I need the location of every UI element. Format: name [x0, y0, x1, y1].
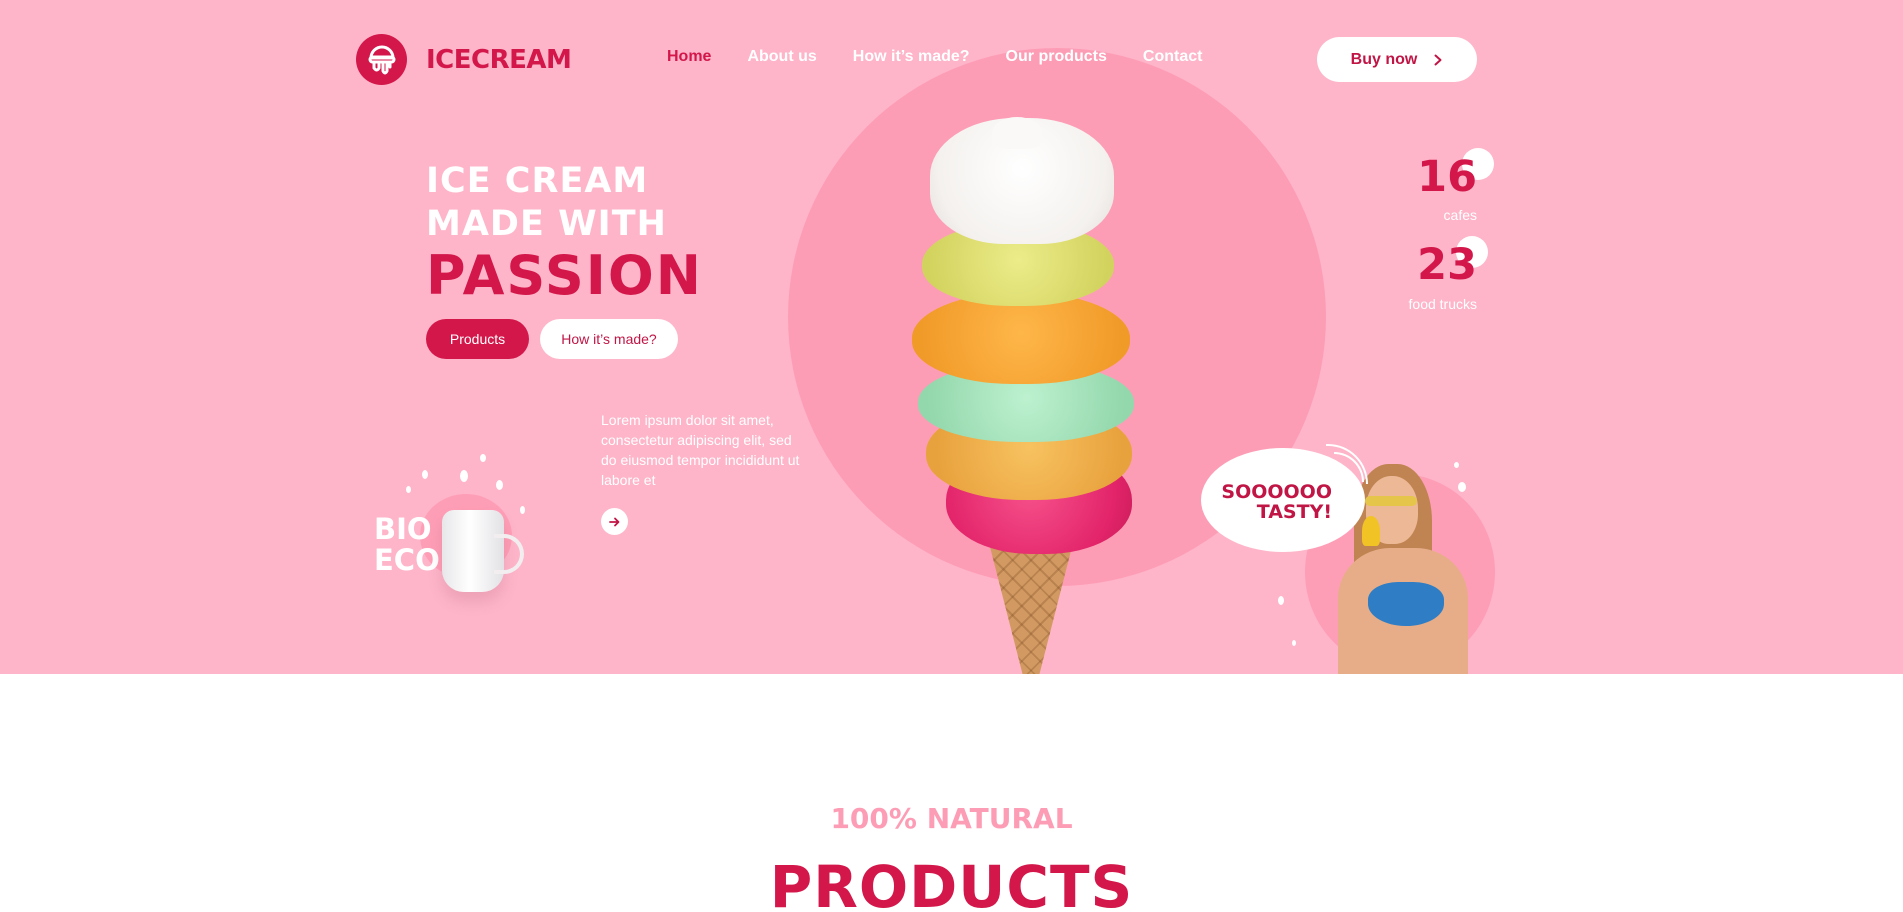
products-button[interactable]: Products: [426, 319, 529, 359]
stat-food-trucks-value: 23: [1417, 240, 1477, 290]
nav-item-home[interactable]: Home: [667, 48, 711, 66]
girl-ice-cream: [1362, 516, 1380, 546]
splash-drop: [1458, 482, 1466, 492]
products-subtitle: 100% NATURAL: [830, 802, 1073, 835]
nav-item-our-products[interactable]: Our products: [1006, 48, 1107, 66]
hero-description: Lorem ipsum dolor sit amet, consectetur …: [601, 412, 800, 488]
girl-sunglasses: [1365, 496, 1417, 506]
splash-drop: [1292, 640, 1296, 646]
milk-drop: [520, 506, 525, 514]
read-more-button[interactable]: [601, 508, 628, 535]
brand-name: ICECREAM: [426, 44, 572, 75]
milk-drop: [460, 470, 468, 482]
jug-handle: [494, 534, 524, 574]
headline-line-1: ICE CREAM: [426, 161, 649, 201]
headline-line-3: PASSION: [426, 244, 703, 307]
buy-now-button[interactable]: Buy now: [1317, 37, 1477, 82]
buy-now-label: Buy now: [1350, 50, 1418, 68]
hero-section: ICECREAM Home About us How it’s made? Ou…: [0, 0, 1903, 674]
stat-food-trucks-label: food trucks: [1408, 296, 1477, 312]
main-nav: Home About us How it’s made? Our product…: [667, 48, 1238, 66]
chevron-right-icon: [1434, 54, 1442, 65]
splash-drop: [1454, 462, 1459, 468]
speech-bubble-line: [1334, 452, 1364, 482]
headline-line-2: MADE WITH: [426, 204, 667, 244]
nav-item-contact[interactable]: Contact: [1143, 48, 1203, 66]
hero-headline: ICE CREAM MADE WITH PASSION: [426, 160, 703, 304]
ice-cream-scoop-icon: [356, 34, 407, 85]
how-its-made-button[interactable]: How it’s made?: [540, 319, 678, 359]
milk-jug-image: BIO ECO: [372, 440, 542, 630]
stat-cafes-value: 16: [1417, 152, 1477, 202]
speech-bubble-text: SOOOOOO TASTY!: [1221, 481, 1332, 523]
milk-drop: [422, 470, 428, 479]
girl-swimsuit: [1368, 582, 1444, 626]
logo[interactable]: ICECREAM: [356, 34, 572, 85]
arrow-right-icon: [609, 517, 620, 526]
stat-cafes-label: cafes: [1443, 207, 1477, 223]
nav-item-about-us[interactable]: About us: [747, 48, 816, 66]
milk-drop: [406, 486, 411, 493]
splash-drop: [1278, 596, 1284, 605]
products-title: PRODUCTS: [769, 853, 1134, 912]
bio-eco-badge: BIO ECO: [374, 512, 440, 577]
milk-drop: [496, 480, 503, 490]
whipped-cream-tip: [992, 117, 1042, 149]
nav-item-how-its-made[interactable]: How it’s made?: [853, 48, 970, 66]
milk-drop: [480, 454, 486, 462]
